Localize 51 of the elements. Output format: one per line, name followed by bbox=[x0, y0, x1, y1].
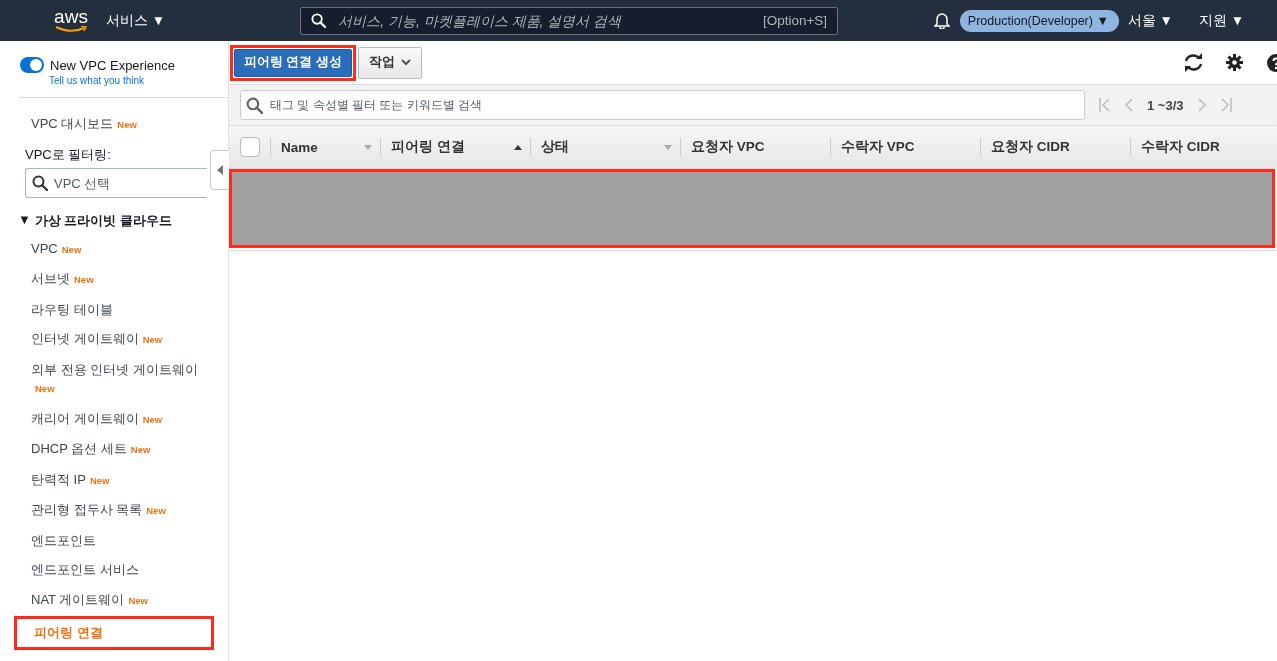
nav-item[interactable]: 탄력적 IP New bbox=[0, 465, 228, 496]
services-search-field[interactable]: 서비스, 기능, 마켓플레이스 제품, 설명서 검색 [Option+S] bbox=[300, 6, 839, 35]
nav-item[interactable]: NAT 게이트웨이 New bbox=[0, 585, 228, 616]
column-header[interactable]: 수락자 CIDR bbox=[1141, 138, 1220, 156]
toggle-label: New VPC Experience bbox=[50, 57, 175, 73]
aws-logo[interactable]: aws bbox=[36, 8, 106, 33]
vpc-select-input[interactable]: VPC 선택 bbox=[52, 174, 207, 192]
services-menu[interactable]: 서비스 ▼ bbox=[106, 11, 166, 30]
filter-label: VPC로 필터링: bbox=[24, 146, 112, 164]
nav-item[interactable]: 라우팅 테이블 bbox=[0, 295, 228, 325]
nav-item[interactable]: VPC New bbox=[0, 234, 228, 265]
column-header[interactable]: Name bbox=[281, 139, 318, 155]
column-header[interactable]: 요청자 CIDR bbox=[991, 138, 1070, 156]
column-header[interactable]: 상태 bbox=[541, 138, 569, 156]
column-header[interactable]: 요청자 VPC bbox=[691, 138, 765, 156]
shortcut-hint: [Option+S] bbox=[762, 13, 828, 28]
nav-item[interactable]: 캐리어 게이트웨이 New bbox=[0, 404, 228, 435]
section-heading[interactable]: ▼ 가상 프라이빗 클라우드 bbox=[0, 198, 228, 234]
notification-bell-icon[interactable] bbox=[933, 12, 950, 29]
vpc-select-field[interactable]: VPC 선택 bbox=[25, 168, 207, 198]
nav-item[interactable]: 외부 전용 인터넷 게이트웨이 New bbox=[0, 355, 228, 404]
nav-item[interactable]: 서브넷 New bbox=[0, 264, 228, 295]
nav-item[interactable]: DHCP 옵션 세트 New bbox=[0, 434, 228, 465]
feedback-link[interactable]: Tell us what you think bbox=[0, 75, 228, 86]
nav-item[interactable]: 엔드포인트 bbox=[0, 526, 228, 556]
nav-item[interactable]: 인터넷 게이트웨이 New bbox=[0, 324, 228, 355]
nav-item[interactable]: 관리형 접두사 목록 New bbox=[0, 495, 228, 526]
column-header[interactable]: 피어링 연결 bbox=[391, 138, 465, 156]
search-icon bbox=[246, 96, 263, 114]
caret-icon bbox=[400, 59, 411, 66]
account-menu[interactable]: Production(Developer) ▼ bbox=[959, 9, 1119, 32]
services-search-input[interactable]: 서비스, 기능, 마켓플레이스 제품, 설명서 검색 bbox=[336, 11, 753, 30]
toggle-switch[interactable] bbox=[20, 57, 44, 73]
collapse-handle[interactable] bbox=[210, 150, 229, 190]
support-menu[interactable]: 지원 ▼ bbox=[1198, 11, 1244, 30]
search-icon bbox=[311, 13, 327, 28]
collapse-icon[interactable] bbox=[217, 165, 223, 175]
filter-search-field[interactable]: 태그 및 속성별 필터 또는 키워드별 검색 bbox=[240, 90, 1085, 120]
region-menu[interactable]: 서울 ▼ bbox=[1127, 11, 1173, 30]
column-header[interactable]: 수락자 VPC bbox=[841, 138, 915, 156]
pagination-range: 1 ~3/3 bbox=[1147, 97, 1184, 113]
nav-item[interactable]: VPC 대시보드 New bbox=[0, 98, 228, 140]
search-icon bbox=[32, 175, 48, 191]
actions-button[interactable]: 작업 bbox=[357, 46, 422, 79]
settings-icon[interactable] bbox=[1226, 54, 1243, 71]
nav-item[interactable]: 엔드포인트 서비스 bbox=[0, 555, 228, 585]
select-all-checkbox[interactable] bbox=[240, 137, 260, 157]
filter-search-input[interactable]: 태그 및 속성별 필터 또는 키워드별 검색 bbox=[268, 97, 1084, 113]
refresh-icon[interactable] bbox=[1183, 53, 1204, 72]
create-peering-button[interactable]: 피어링 연결 생성 bbox=[234, 48, 352, 77]
sort-ascending-icon[interactable] bbox=[514, 144, 522, 150]
